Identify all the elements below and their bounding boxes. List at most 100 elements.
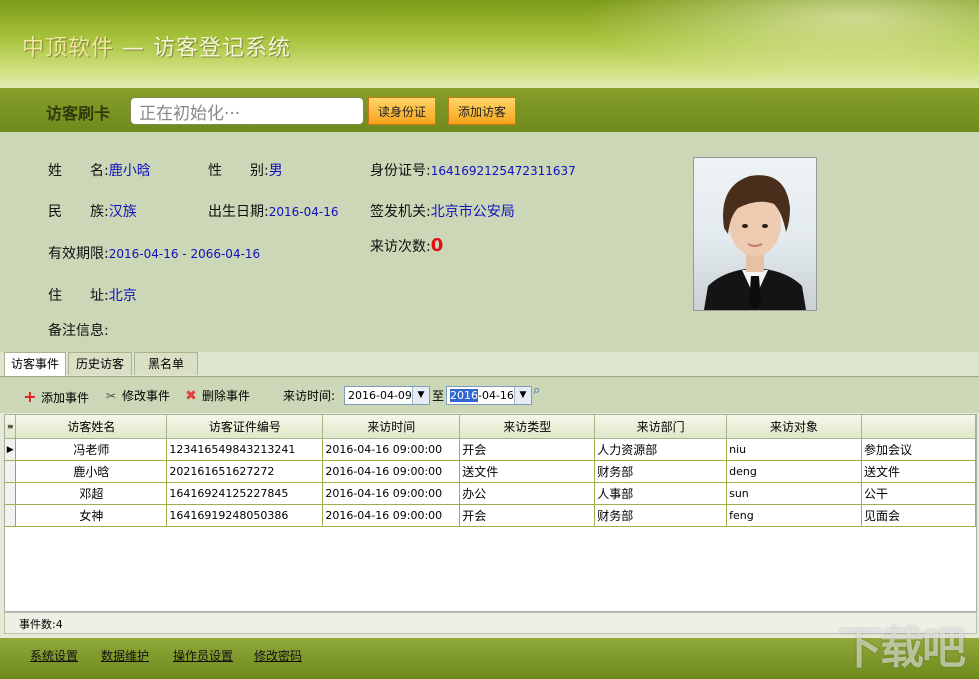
row-indicator (5, 504, 17, 527)
link-change-password[interactable]: 修改密码 (254, 647, 302, 664)
brand-name: 中顶软件 (22, 36, 115, 61)
cell-department[interactable]: 人事部 (594, 482, 728, 505)
name-row: 姓 名:鹿小晗 (48, 160, 151, 180)
cell-time[interactable]: 2016-04-16 09:00:00 (322, 482, 461, 505)
date-from-picker[interactable]: 2016-04-09 ▼ (344, 386, 430, 405)
tab-visitor-events[interactable]: 访客事件 (4, 352, 66, 376)
col-visit-type[interactable]: 来访类型 (459, 415, 596, 439)
cell-id[interactable]: 16416919248050386 (166, 504, 324, 527)
link-data-maintenance[interactable]: 数据维护 (101, 647, 149, 664)
id-value: 1641692125472311637 (430, 164, 576, 178)
birth-row: 出生日期:2016-04-16 (208, 201, 338, 221)
cell-purpose[interactable]: 送文件 (861, 460, 976, 483)
validity-row: 有效期限:2016-04-16 - 2066-04-16 (48, 243, 260, 263)
row-indicator-header[interactable]: ≡ (5, 415, 17, 439)
gender-row: 性 别:男 (208, 160, 283, 180)
cell-time[interactable]: 2016-04-16 09:00:00 (322, 504, 461, 527)
magnifier-icon[interactable]: ⌕ (533, 383, 540, 398)
cell-id[interactable]: 202161651627272 (166, 460, 324, 483)
col-department[interactable]: 来访部门 (594, 415, 728, 439)
ethnicity-label: 民 族: (48, 204, 109, 220)
table-row[interactable]: 女神 16416919248050386 2016-04-16 09:00:00… (5, 504, 976, 527)
swipe-label: 访客刷卡 (46, 104, 111, 123)
add-event-label: 添加事件 (41, 391, 90, 405)
visit-time-label: 来访时间: (283, 389, 336, 403)
validity-label: 有效期限: (48, 246, 109, 262)
header-glow (559, 0, 979, 88)
cell-type[interactable]: 开会 (459, 438, 596, 461)
table-row[interactable]: 邓超 16416924125227845 2016-04-16 09:00:00… (5, 482, 976, 505)
cell-id[interactable]: 16416924125227845 (166, 482, 324, 505)
table-row[interactable]: ▶ 冯老师 123416549843213241 2016-04-16 09:0… (5, 438, 976, 461)
col-visitor-name[interactable]: 访客姓名 (15, 415, 168, 439)
table-header-row: ≡ 访客姓名 访客证件编号 来访时间 来访类型 来访部门 来访对象 (5, 415, 976, 439)
edit-event-button[interactable]: ✂ 修改事件 (103, 387, 170, 404)
delete-event-button[interactable]: ✖ 删除事件 (183, 387, 250, 404)
date-to-selected: 2016 (450, 389, 478, 402)
add-visitor-button[interactable]: 添加访客 (448, 97, 516, 125)
col-visit-time[interactable]: 来访时间 (322, 415, 461, 439)
read-id-button[interactable]: 读身份证 (368, 97, 436, 125)
validity-separator: - (178, 247, 191, 261)
validity-end: 2066-04-16 (190, 247, 261, 261)
date-to-rest: -04-16 (478, 389, 514, 402)
cell-target[interactable]: deng (726, 460, 862, 483)
cell-department[interactable]: 财务部 (594, 504, 728, 527)
system-title: 访客登记系统 (153, 36, 292, 61)
chevron-down-icon[interactable]: ▼ (514, 387, 531, 404)
cell-name[interactable]: 冯老师 (15, 438, 168, 461)
current-row-indicator: ▶ (5, 438, 17, 461)
cell-name[interactable]: 邓超 (15, 482, 168, 505)
card-swipe-input[interactable] (130, 97, 364, 125)
date-from-value: 2016-04-09 (348, 389, 412, 402)
visitor-photo (693, 157, 817, 311)
cell-department[interactable]: 财务部 (594, 460, 728, 483)
col-visit-target[interactable]: 来访对象 (726, 415, 862, 439)
cell-purpose[interactable]: 见面会 (861, 504, 976, 527)
tab-blacklist[interactable]: 黑名单 (134, 352, 198, 375)
col-id-number[interactable]: 访客证件编号 (166, 415, 324, 439)
name-label: 姓 名: (48, 163, 109, 179)
portrait-image (704, 175, 806, 310)
chevron-down-icon[interactable]: ▼ (412, 387, 429, 404)
issuer-value: 北京市公安局 (430, 204, 515, 220)
row-indicator (5, 460, 17, 483)
cell-name[interactable]: 鹿小晗 (15, 460, 168, 483)
link-system-settings[interactable]: 系统设置 (30, 647, 78, 664)
birth-value: 2016-04-16 (268, 205, 339, 219)
validity-start: 2016-04-16 (108, 247, 179, 261)
cell-type[interactable]: 办公 (459, 482, 596, 505)
cell-time[interactable]: 2016-04-16 09:00:00 (322, 460, 461, 483)
cell-type[interactable]: 送文件 (459, 460, 596, 483)
cell-name[interactable]: 女神 (15, 504, 168, 527)
id-label: 身份证号: (370, 163, 431, 179)
tab-history-visitors[interactable]: 历史访客 (68, 352, 132, 375)
cell-type[interactable]: 开会 (459, 504, 596, 527)
link-operator-settings[interactable]: 操作员设置 (173, 647, 233, 664)
issuer-row: 签发机关:北京市公安局 (370, 201, 515, 221)
visits-label: 来访次数: (370, 239, 431, 255)
cell-id[interactable]: 123416549843213241 (166, 438, 324, 461)
cell-target[interactable]: niu (726, 438, 862, 461)
cell-department[interactable]: 人力资源部 (594, 438, 728, 461)
date-to-picker[interactable]: 2016-04-16 ▼ (446, 386, 532, 405)
ethnicity-row: 民 族:汉族 (48, 201, 137, 221)
cell-time[interactable]: 2016-04-16 09:00:00 (322, 438, 461, 461)
plus-icon: + (23, 387, 37, 406)
app-title: 中顶软件 — 访客登记系统 (22, 30, 291, 62)
table-row[interactable]: 鹿小晗 202161651627272 2016-04-16 09:00:00 … (5, 460, 976, 483)
x-icon: ✖ (185, 388, 197, 404)
col-extra[interactable] (861, 415, 976, 439)
cell-purpose[interactable]: 公干 (861, 482, 976, 505)
cell-target[interactable]: feng (726, 504, 862, 527)
event-count: 事件数:4 (19, 618, 63, 631)
cell-target[interactable]: sun (726, 482, 862, 505)
name-value: 鹿小晗 (108, 163, 151, 179)
add-event-button[interactable]: + 添加事件 (22, 387, 89, 406)
title-separator: — (122, 36, 146, 61)
ethnicity-value: 汉族 (108, 204, 137, 220)
address-row: 住 址:北京 (48, 285, 137, 305)
row-indicator (5, 482, 17, 505)
remark-label: 备注信息: (48, 323, 109, 339)
cell-purpose[interactable]: 参加会议 (861, 438, 976, 461)
